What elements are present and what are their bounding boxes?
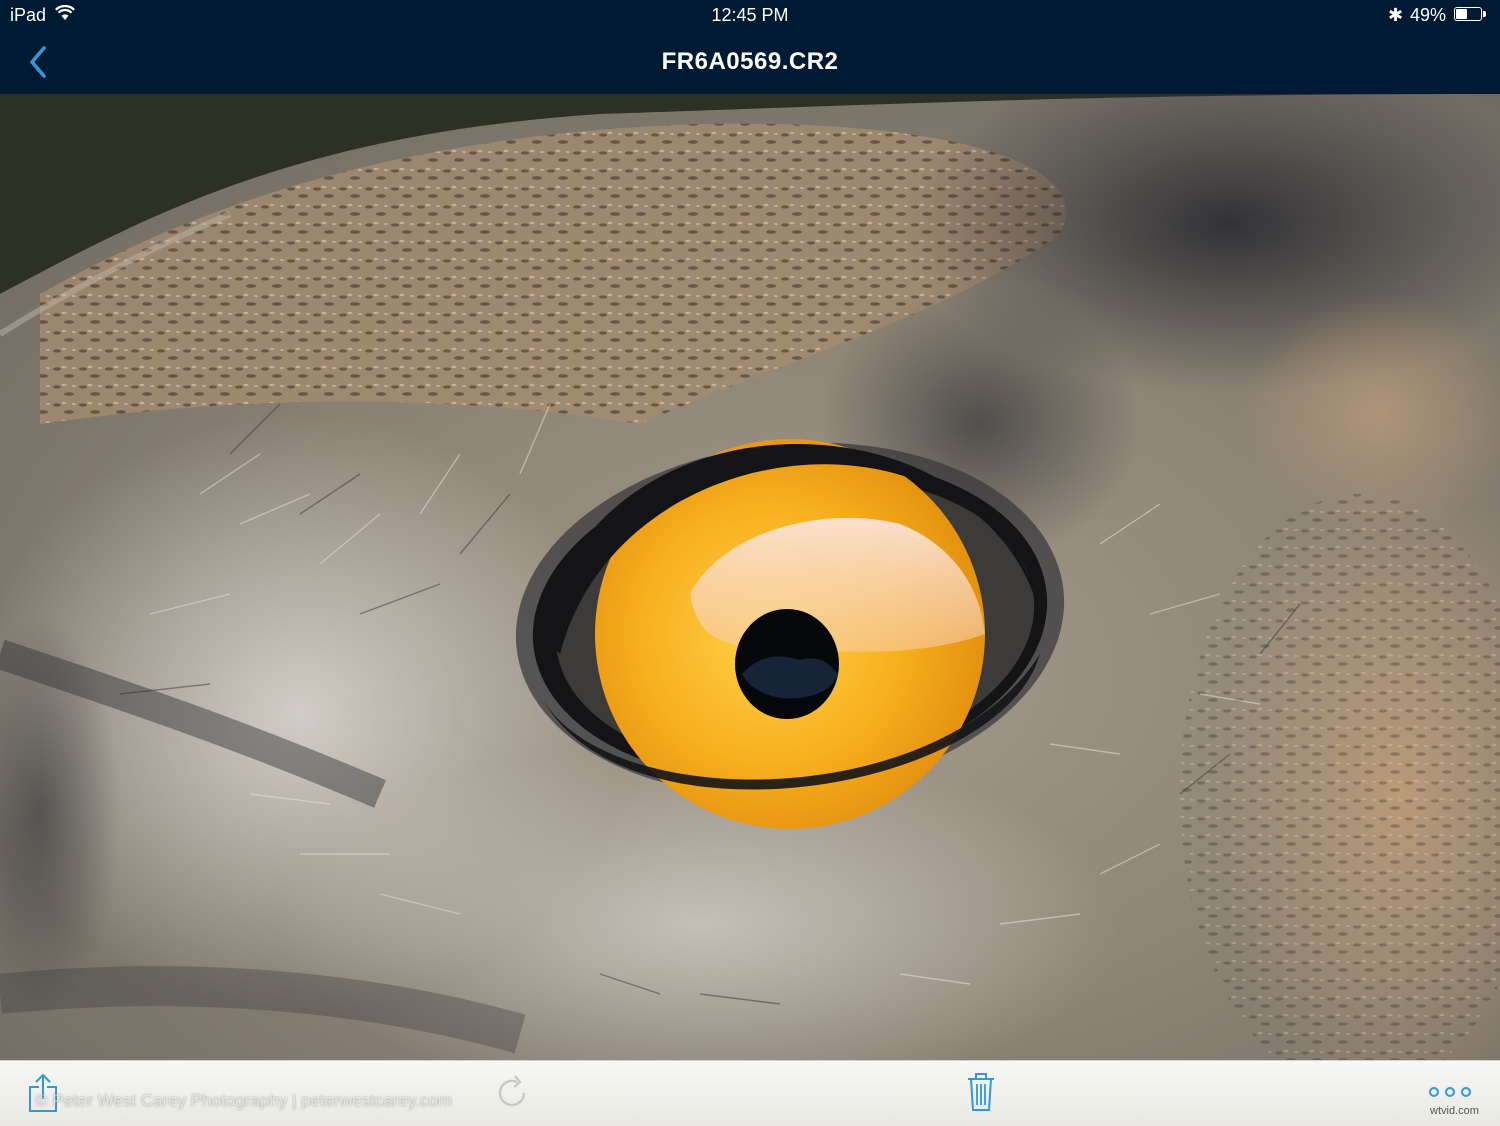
rotate-icon[interactable] <box>493 1073 533 1113</box>
bluetooth-icon: ✱ <box>1388 5 1404 25</box>
owl-eye-photo[interactable] <box>0 94 1500 1060</box>
battery-percent: 49% <box>1410 5 1447 25</box>
status-bar: iPad 12:45 PM ✱ 49% <box>0 0 1500 30</box>
more-icon[interactable] <box>1428 1085 1472 1099</box>
site-watermark: wtvid.com <box>1430 1105 1479 1117</box>
navigation-bar: FR6A0569.CR2 <box>0 30 1500 94</box>
battery-icon <box>1454 7 1486 21</box>
trash-icon[interactable] <box>966 1073 996 1113</box>
file-name-title: FR6A0569.CR2 <box>661 48 839 75</box>
photo-watermark: © Peter West Carey Photography | peterwe… <box>35 1091 452 1110</box>
battery-level-fill <box>1456 9 1467 19</box>
clock: 12:45 PM <box>711 5 789 25</box>
